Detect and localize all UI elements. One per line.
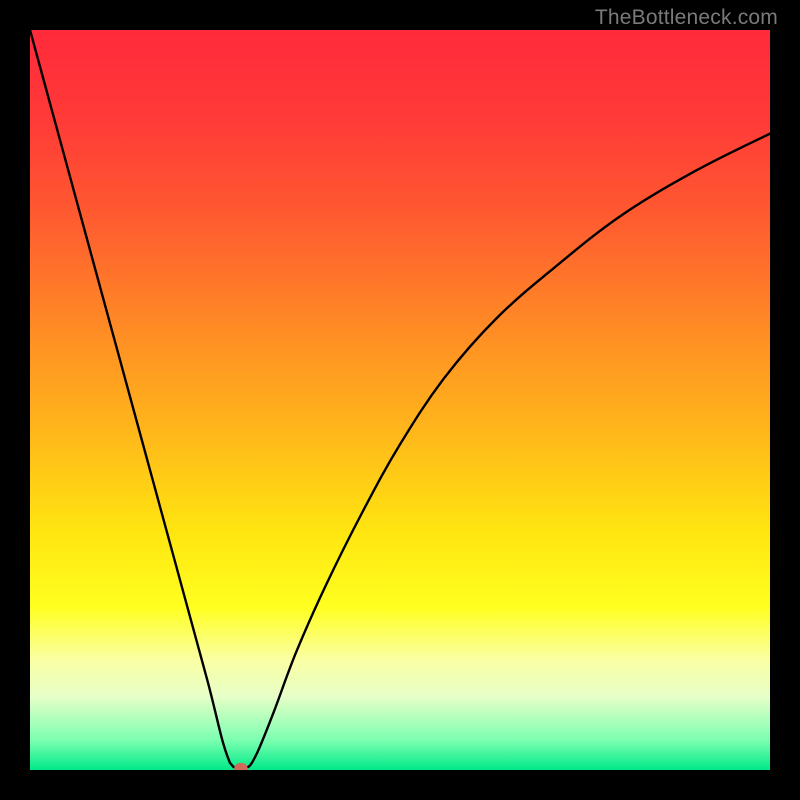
curve-layer [30, 30, 770, 770]
plot-area [30, 30, 770, 770]
chart-frame: TheBottleneck.com [0, 0, 800, 800]
minimum-marker [234, 763, 247, 770]
watermark-text: TheBottleneck.com [595, 6, 778, 30]
bottleneck-curve [30, 30, 770, 767]
